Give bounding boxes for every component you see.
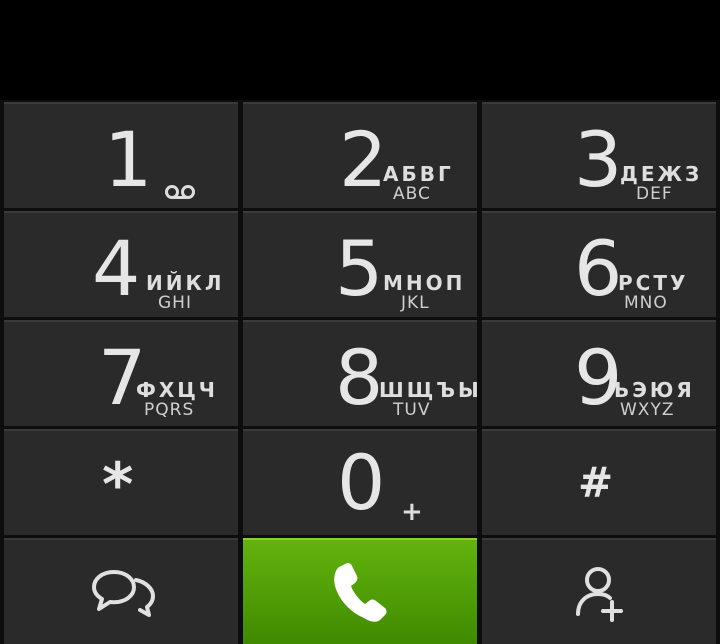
key-2[interactable]: 2 АБВГ ABC <box>243 102 477 208</box>
digit-1: 1 <box>104 115 153 204</box>
digit-8: 8 <box>335 333 384 422</box>
call-icon <box>334 562 387 622</box>
key-4-latin: GHI <box>158 293 192 313</box>
add-contact-button[interactable] <box>482 538 716 644</box>
voicemail-icon <box>165 185 195 199</box>
key-9-cyrillic: ЬЭЮЯ <box>614 378 695 402</box>
dialpad: 1 2 АБВГ ABC 3 ДЕЖЗ DEF 4 ИЙКЛ GHI 5 МНО… <box>0 100 720 644</box>
add-contact-icon <box>576 567 623 622</box>
key-8-cyrillic: ШЩЪЫ <box>379 378 482 402</box>
messages-icon <box>92 570 155 617</box>
display-area <box>0 0 720 100</box>
key-2-latin: ABC <box>393 184 431 204</box>
key-5[interactable]: 5 МНОП JKL <box>243 211 477 317</box>
key-4-cyrillic: ИЙКЛ <box>146 271 225 295</box>
key-0[interactable]: 0 + <box>243 429 477 535</box>
call-button[interactable] <box>243 538 477 644</box>
key-5-latin: JKL <box>401 293 430 313</box>
key-6[interactable]: 6 РСТУ MNO <box>482 211 716 317</box>
key-6-cyrillic: РСТУ <box>618 271 689 295</box>
key-6-latin: MNO <box>624 293 668 313</box>
key-7-latin: PQRS <box>144 400 195 420</box>
digit-0: 0 <box>337 438 386 527</box>
hash-symbol: # <box>578 458 614 507</box>
key-4[interactable]: 4 ИЙКЛ GHI <box>4 211 238 317</box>
key-5-cyrillic: МНОП <box>383 271 466 295</box>
digit-5: 5 <box>335 224 384 313</box>
key-9-latin: WXYZ <box>620 400 675 420</box>
digit-2: 2 <box>339 115 388 204</box>
messages-button[interactable] <box>4 538 238 644</box>
key-star[interactable]: * <box>4 429 238 535</box>
digit-3: 3 <box>574 115 623 204</box>
digit-4: 4 <box>92 224 141 313</box>
key-9[interactable]: 9 ЬЭЮЯ WXYZ <box>482 320 716 426</box>
key-2-cyrillic: АБВГ <box>383 162 454 186</box>
key-3-cyrillic: ДЕЖЗ <box>620 162 703 186</box>
key-3[interactable]: 3 ДЕЖЗ DEF <box>482 102 716 208</box>
key-8-latin: TUV <box>393 400 431 420</box>
digit-6: 6 <box>574 224 623 313</box>
key-7-cyrillic: ФХЦЧ <box>136 378 218 402</box>
key-hash[interactable]: # <box>482 429 716 535</box>
key-7[interactable]: 7 ФХЦЧ PQRS <box>4 320 238 426</box>
key-3-latin: DEF <box>636 184 673 204</box>
plus-symbol: + <box>401 497 423 527</box>
key-8[interactable]: 8 ШЩЪЫ TUV <box>243 320 479 426</box>
key-1[interactable]: 1 <box>4 102 238 208</box>
star-symbol: * <box>102 450 134 520</box>
